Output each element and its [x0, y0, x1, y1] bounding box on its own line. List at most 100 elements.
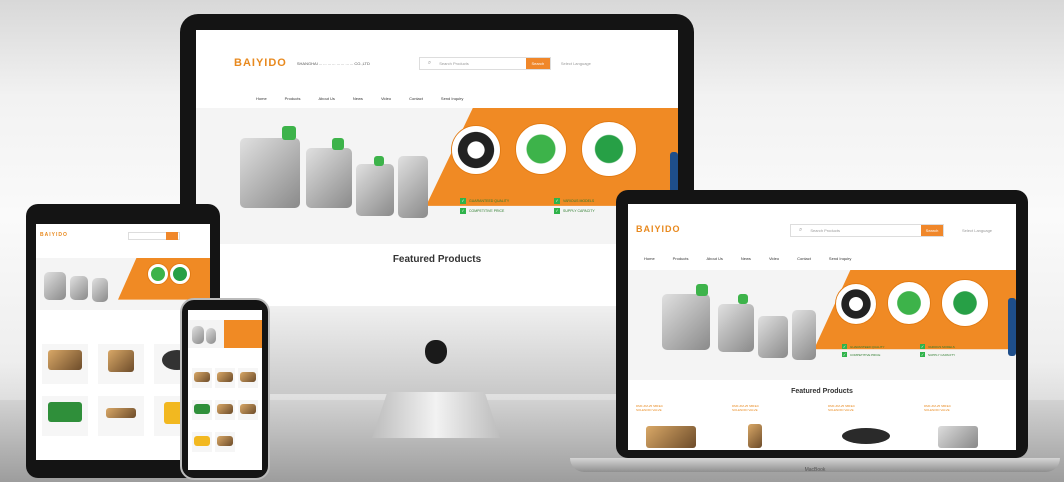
- featured-heading: Featured Products: [392, 254, 482, 265]
- valve-image: [92, 278, 108, 302]
- product-card[interactable]: DMF-ZM-25 SBFEC SOLENOID VALVE: [828, 404, 916, 450]
- valve-coil: [696, 284, 708, 296]
- site-logo[interactable]: BAIYIDO: [636, 224, 681, 234]
- nav-news[interactable]: News: [353, 96, 363, 101]
- search-input[interactable]: Search Products: [439, 61, 526, 66]
- valve-image: [758, 316, 788, 358]
- laptop-base: MacBook: [570, 458, 1060, 473]
- controller-icon: [942, 280, 988, 326]
- search-button[interactable]: Search: [525, 57, 550, 69]
- product-card[interactable]: [215, 432, 235, 452]
- nav-about[interactable]: About Us: [318, 96, 334, 101]
- nav-news[interactable]: News: [741, 256, 751, 261]
- product-title[interactable]: DMF-ZM-25 SBFEC SOLENOID VALVE: [636, 404, 676, 412]
- search-button[interactable]: [166, 232, 178, 240]
- product-image: [48, 350, 82, 370]
- valve-coil: [374, 156, 384, 166]
- product-card[interactable]: [42, 344, 88, 384]
- main-nav: Home Products About Us News Video Contac…: [644, 256, 851, 261]
- controller-icon: [582, 122, 636, 176]
- laptop-lid: BAIYIDO ⌕ Search Products Search Select …: [616, 190, 1028, 458]
- valve-image: [70, 276, 88, 300]
- product-image: [646, 426, 696, 448]
- nav-contact[interactable]: Contact: [409, 96, 423, 101]
- product-card[interactable]: [42, 396, 88, 436]
- check-icon: ✓: [460, 198, 466, 204]
- product-image: [240, 404, 256, 414]
- valve-image: [44, 272, 66, 300]
- product-image: [217, 372, 233, 382]
- product-card[interactable]: DMF-ZM-25 SBFEC SOLENOID VALVE: [732, 404, 820, 450]
- valve-image: [792, 310, 816, 360]
- product-card[interactable]: [238, 400, 258, 420]
- product-image: [842, 428, 890, 444]
- valve-coil: [332, 138, 344, 150]
- product-image: [217, 436, 233, 446]
- nav-inquiry[interactable]: Send Inquiry: [441, 96, 463, 101]
- product-card[interactable]: DMF-ZM-25 SBFEC SOLENOID VALVE: [924, 404, 1012, 450]
- badge-quality: ✓ GUARANTEED QUALITY: [842, 344, 885, 349]
- product-card[interactable]: [192, 400, 212, 420]
- nav-home[interactable]: Home: [644, 256, 655, 261]
- check-icon: ✓: [842, 344, 847, 349]
- search-bar: ⌕ Search Products Search: [418, 56, 551, 70]
- diaphragm-icon: [452, 126, 500, 174]
- nav-products[interactable]: Products: [285, 96, 301, 101]
- nav-inquiry[interactable]: Send Inquiry: [829, 256, 851, 261]
- valve-image: [398, 156, 428, 218]
- nav-about[interactable]: About Us: [706, 256, 722, 261]
- product-card[interactable]: DMF-ZM-25 SBFEC SOLENOID VALVE: [636, 404, 724, 450]
- valve-image: [718, 304, 754, 352]
- nav-video[interactable]: Video: [381, 96, 391, 101]
- product-title[interactable]: DMF-ZM-25 SBFEC SOLENOID VALVE: [732, 404, 772, 412]
- coil-icon: [888, 282, 930, 324]
- phone-device: [180, 298, 270, 480]
- valve-image: [240, 138, 300, 208]
- search-input[interactable]: Search Products: [810, 228, 921, 233]
- language-select[interactable]: Select Language: [962, 228, 992, 233]
- product-title[interactable]: DMF-ZM-25 SBFEC SOLENOID VALVE: [828, 404, 868, 412]
- hero-banner: ✓ GUARANTEED QUALITY ✓ VARIOUS MODELS ✓ COM…: [196, 108, 678, 244]
- site-header: BAIYIDO SHANGHAI ... ... ... ... ... ...…: [234, 52, 664, 74]
- product-image: [194, 436, 210, 446]
- valve-image: [206, 328, 216, 344]
- product-card[interactable]: [98, 344, 144, 384]
- product-card[interactable]: [215, 400, 235, 420]
- site-logo[interactable]: BAIYIDO: [40, 232, 68, 238]
- product-card[interactable]: [98, 396, 144, 436]
- product-image: [938, 426, 978, 448]
- floating-sidebar[interactable]: [1008, 298, 1016, 356]
- language-select[interactable]: Select Language: [561, 61, 591, 66]
- nav-home[interactable]: Home: [256, 96, 267, 101]
- nav-video[interactable]: Video: [769, 256, 779, 261]
- product-image: [48, 402, 82, 422]
- coil-icon: [516, 124, 566, 174]
- product-image: [106, 408, 136, 418]
- product-image: [240, 372, 256, 382]
- nav-products[interactable]: Products: [673, 256, 689, 261]
- badge-supply: ✓ SUPPLY CAPACITY: [920, 352, 956, 357]
- valve-image: [662, 294, 710, 350]
- feature-badges: ✓ GUARANTEED QUALITY ✓ VARIOUS MODELS ✓ COM…: [842, 344, 992, 357]
- hero-banner: [188, 320, 262, 348]
- nav-contact[interactable]: Contact: [797, 256, 811, 261]
- imac-screen: BAIYIDO SHANGHAI ... ... ... ... ... ...…: [196, 30, 678, 306]
- product-card[interactable]: [192, 432, 212, 452]
- product-title[interactable]: DMF-ZM-25 SBFEC SOLENOID VALVE: [924, 404, 964, 412]
- search-icon: ⌕: [799, 227, 803, 233]
- product-image: [108, 350, 134, 372]
- badge-quality: ✓ GUARANTEED QUALITY: [460, 198, 510, 204]
- valve-coil: [738, 294, 748, 304]
- diaphragm-icon: [836, 284, 876, 324]
- site-logo[interactable]: BAIYIDO: [234, 57, 287, 69]
- product-card[interactable]: [238, 368, 258, 388]
- search-button[interactable]: Search: [921, 225, 943, 236]
- product-image: [217, 404, 233, 414]
- product-card[interactable]: [192, 368, 212, 388]
- feature-badges: ✓ GUARANTEED QUALITY ✓ VARIOUS MODELS ✓ COM…: [460, 198, 640, 214]
- check-icon: ✓: [842, 352, 847, 357]
- search-bar: ⌕ Search Products Search: [790, 224, 944, 237]
- imac-stand: [372, 392, 500, 438]
- valve-image: [356, 164, 394, 216]
- product-card[interactable]: [215, 368, 235, 388]
